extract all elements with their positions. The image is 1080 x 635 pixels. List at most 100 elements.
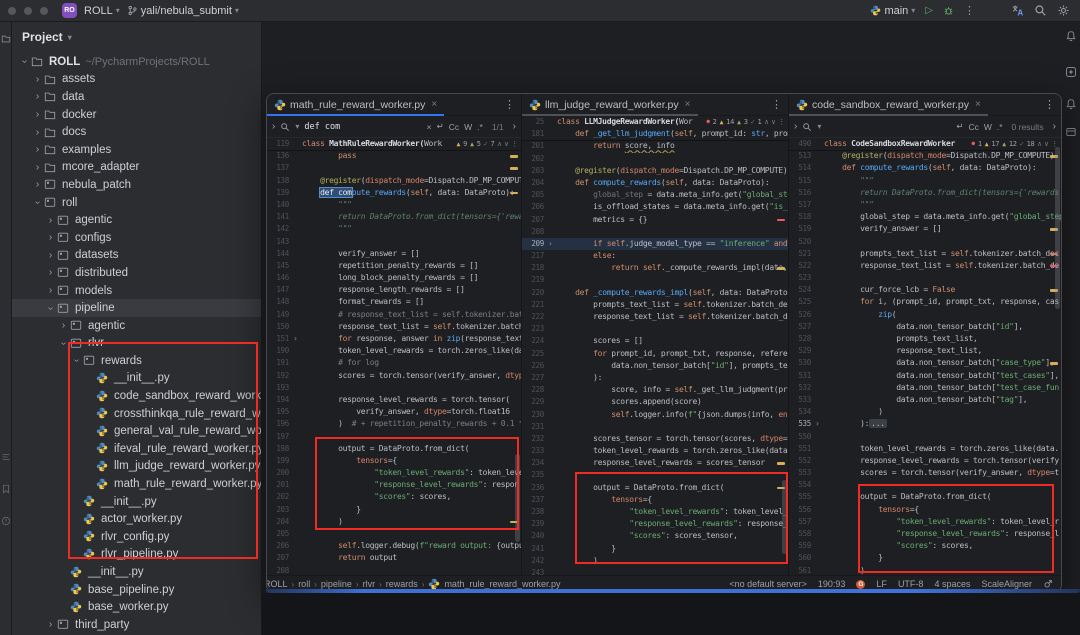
newline-icon[interactable]: ↵ bbox=[437, 121, 444, 132]
run-configuration-select[interactable]: main ▾ bbox=[870, 5, 915, 17]
structure-tool-icon[interactable] bbox=[1, 452, 11, 462]
tab-llm-judge-reward-worker-py[interactable]: llm_judge_reward_worker.py× bbox=[522, 94, 698, 116]
close-icon[interactable]: × bbox=[431, 99, 437, 110]
chevron-icon[interactable]: › bbox=[31, 162, 44, 173]
window-close-button[interactable] bbox=[8, 7, 16, 15]
search-icon[interactable] bbox=[280, 122, 290, 132]
indent-style[interactable]: 4 spaces bbox=[934, 579, 970, 589]
match-case-toggle[interactable]: Cc bbox=[968, 122, 978, 132]
chevron-icon[interactable]: › bbox=[31, 74, 44, 85]
settings-gear-icon[interactable] bbox=[1057, 4, 1070, 17]
chevron-icon[interactable]: › bbox=[44, 285, 57, 296]
chevron-icon[interactable]: › bbox=[44, 215, 57, 226]
vcs-branch-switcher[interactable]: yali/nebula_submit ▾ bbox=[127, 5, 239, 17]
tree-item-distributed[interactable]: ›distributed bbox=[12, 264, 261, 282]
fold-arrow-icon[interactable]: › bbox=[293, 333, 302, 345]
tree-item-third-party[interactable]: ›third_party bbox=[12, 616, 261, 634]
chevron-icon[interactable]: › bbox=[31, 144, 44, 155]
chevron-icon[interactable]: › bbox=[58, 337, 69, 350]
scrollbar-thumb[interactable] bbox=[1055, 147, 1060, 309]
window-notifications-icon[interactable] bbox=[1065, 98, 1077, 110]
line-separator[interactable]: LF bbox=[876, 579, 887, 589]
tree-item-ifeval-rule-reward-worker-py[interactable]: ifeval_rule_reward_worker.py bbox=[12, 440, 261, 458]
tab-options-icon[interactable]: ⋮ bbox=[1044, 98, 1061, 111]
bookmarks-tool-icon[interactable] bbox=[1, 484, 11, 494]
notifications-bell-icon[interactable] bbox=[1065, 30, 1077, 42]
tree-item-roll[interactable]: ›roll bbox=[12, 194, 261, 212]
scrollbar-thumb[interactable] bbox=[782, 480, 787, 554]
tree-item-llm-judge-reward-worker-py[interactable]: llm_judge_reward_worker.py bbox=[12, 458, 261, 476]
file-encoding[interactable]: UTF-8 bbox=[898, 579, 924, 589]
inspections-widget[interactable]: ●2▲14▲3✓1∧∨⋮ bbox=[701, 116, 785, 128]
tree-item-base-pipeline-py[interactable]: base_pipeline.py bbox=[12, 581, 261, 599]
search-input[interactable]: def com bbox=[304, 122, 421, 132]
tree-item-data[interactable]: ›data bbox=[12, 88, 261, 106]
server-status[interactable]: <no default server> bbox=[729, 579, 807, 589]
caret-position[interactable]: 190:93 bbox=[818, 579, 846, 589]
inspection-menu-icon[interactable]: ⋮ bbox=[511, 138, 518, 150]
tree-item-pipeline[interactable]: ›pipeline bbox=[12, 299, 261, 317]
tree-item-general-val-rule-reward-worker-py[interactable]: general_val_rule_reward_worker.py bbox=[12, 422, 261, 440]
tree-item-rlvr-pipeline-py[interactable]: rlvr_pipeline.py bbox=[12, 546, 261, 564]
chevron-icon[interactable]: › bbox=[31, 91, 44, 102]
tree-item-mcore-adapter[interactable]: ›mcore_adapter bbox=[12, 159, 261, 177]
chevron-icon[interactable]: › bbox=[44, 250, 57, 261]
tree-item-actor-worker-py[interactable]: actor_worker.py bbox=[12, 510, 261, 528]
prev-error-icon[interactable]: ∧ bbox=[497, 138, 501, 150]
tree-item-assets[interactable]: ›assets bbox=[12, 71, 261, 89]
chevron-icon[interactable]: › bbox=[31, 127, 44, 138]
scrollbar-thumb[interactable] bbox=[515, 454, 520, 542]
prev-error-icon[interactable]: ∧ bbox=[1037, 138, 1041, 150]
breadcrumb-file[interactable]: math_rule_reward_worker.py bbox=[444, 579, 560, 589]
next-error-icon[interactable]: ∨ bbox=[504, 138, 508, 150]
tree-item-agentic[interactable]: ›agentic bbox=[12, 317, 261, 335]
code-area[interactable]: 490class CodeSandboxRewardWorker ●1▲17▲1… bbox=[789, 138, 1061, 577]
tree-item-init-py[interactable]: __init__.py bbox=[12, 563, 261, 581]
next-error-icon[interactable]: ∨ bbox=[1044, 138, 1048, 150]
tree-item-docs[interactable]: ›docs bbox=[12, 123, 261, 141]
tree-item-nebula-patch[interactable]: ›nebula_patch bbox=[12, 176, 261, 194]
breadcrumb-item-pipeline[interactable]: pipeline bbox=[321, 579, 352, 589]
close-icon[interactable]: × bbox=[685, 99, 691, 110]
words-toggle[interactable]: W bbox=[464, 122, 472, 132]
prev-error-icon[interactable]: ∧ bbox=[764, 116, 768, 128]
ai-assistant-icon[interactable] bbox=[1065, 66, 1077, 78]
close-icon[interactable]: × bbox=[975, 99, 981, 110]
database-tool-icon[interactable] bbox=[1065, 126, 1077, 138]
regex-toggle[interactable]: .* bbox=[997, 122, 1003, 132]
chevron-icon[interactable]: › bbox=[31, 109, 44, 120]
search-history-icon[interactable]: ▾ bbox=[295, 122, 299, 131]
tree-item-examples[interactable]: ›examples bbox=[12, 141, 261, 159]
problems-tool-icon[interactable] bbox=[1, 516, 11, 526]
tree-item-models[interactable]: ›models bbox=[12, 282, 261, 300]
tree-item-rlvr[interactable]: ›rlvr bbox=[12, 335, 261, 353]
breadcrumb-item-rlvr[interactable]: rlvr bbox=[363, 579, 376, 589]
tree-item-init-py[interactable]: __init__.py bbox=[12, 370, 261, 388]
code-with-me-icon[interactable] bbox=[1043, 579, 1053, 589]
tree-item-base-worker-py[interactable]: base_worker.py bbox=[12, 598, 261, 616]
fold-arrow-icon[interactable]: › bbox=[815, 418, 824, 430]
plugin-g-icon[interactable]: G bbox=[856, 580, 865, 589]
plugin-name[interactable]: ScaleAligner bbox=[981, 579, 1032, 589]
run-button[interactable]: ▷ bbox=[925, 5, 933, 16]
tab-math-rule-reward-worker-py[interactable]: math_rule_reward_worker.py× bbox=[267, 94, 444, 116]
match-case-toggle[interactable]: Cc bbox=[449, 122, 459, 132]
chevron-icon[interactable]: › bbox=[31, 179, 44, 190]
inspection-menu-icon[interactable]: ⋮ bbox=[778, 116, 785, 128]
translate-icon[interactable]: A bbox=[1011, 4, 1024, 17]
breadcrumb-item-roll[interactable]: roll bbox=[298, 579, 310, 589]
tree-item-code-sandbox-reward-worker-py[interactable]: code_sandbox_reward_worker.py bbox=[12, 387, 261, 405]
tab-code-sandbox-reward-worker-py[interactable]: code_sandbox_reward_worker.py× bbox=[789, 94, 988, 116]
chevron-icon[interactable]: › bbox=[44, 619, 57, 630]
tree-item-roll[interactable]: ›ROLL~/PycharmProjects/ROLL bbox=[12, 53, 261, 71]
chevron-icon[interactable]: › bbox=[71, 354, 82, 367]
debug-button[interactable] bbox=[943, 5, 954, 16]
window-zoom-button[interactable] bbox=[40, 7, 48, 15]
project-switcher[interactable]: ROLL ▾ bbox=[84, 5, 120, 17]
tree-item-agentic[interactable]: ›agentic bbox=[12, 211, 261, 229]
next-match-icon[interactable]: › bbox=[513, 121, 516, 132]
regex-toggle[interactable]: .* bbox=[477, 122, 483, 132]
chevron-icon[interactable]: › bbox=[44, 232, 57, 243]
tree-item-init-py[interactable]: __init__.py bbox=[12, 493, 261, 511]
chevron-icon[interactable]: › bbox=[57, 320, 70, 331]
